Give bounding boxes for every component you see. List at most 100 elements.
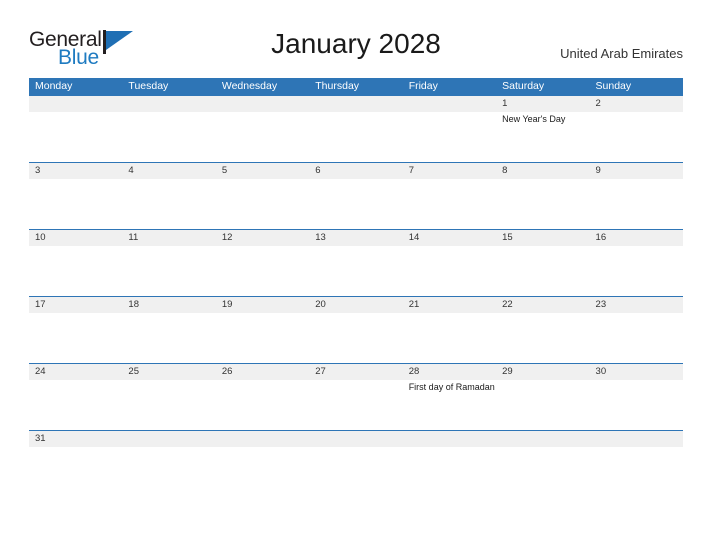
calendar-week-row: 3 4 5 6 7 8 9 — [29, 162, 683, 229]
day-event — [309, 380, 402, 429]
calendar-grid: Monday Tuesday Wednesday Thursday Friday… — [29, 78, 683, 452]
day-number[interactable]: 30 — [590, 364, 683, 380]
week-day-number-band: 1 2 — [29, 96, 683, 112]
weekday-header-tuesday: Tuesday — [128, 80, 169, 92]
week-day-number-band: 10 11 12 13 14 15 16 — [29, 230, 683, 246]
day-event — [590, 313, 683, 362]
day-number[interactable]: 31 — [29, 431, 122, 447]
day-number[interactable]: 14 — [403, 230, 496, 246]
weekday-header-wednesday: Wednesday — [221, 80, 278, 92]
week-event-band — [29, 179, 683, 228]
day-number[interactable] — [403, 96, 496, 112]
day-event: New Year's Day — [502, 114, 566, 124]
day-number[interactable]: 19 — [216, 297, 309, 313]
day-number[interactable]: 24 — [29, 364, 122, 380]
day-event — [216, 112, 309, 161]
day-number[interactable]: 7 — [403, 163, 496, 179]
week-day-number-band: 24 25 26 27 28 29 30 — [29, 364, 683, 380]
weekday-header-thursday: Thursday — [315, 80, 360, 92]
day-number[interactable] — [122, 431, 215, 447]
day-event — [216, 380, 309, 429]
day-event — [29, 380, 122, 429]
day-number[interactable]: 2 — [590, 96, 683, 112]
calendar-week-row: 10 11 12 13 14 15 16 — [29, 229, 683, 296]
day-number[interactable] — [29, 96, 122, 112]
day-event — [403, 179, 496, 228]
day-event — [122, 313, 215, 362]
page-header: General Blue January 2028 United Arab Em… — [0, 0, 712, 78]
day-number[interactable]: 21 — [403, 297, 496, 313]
country-label: United Arab Emirates — [560, 46, 683, 61]
day-event — [403, 313, 496, 362]
day-event — [29, 313, 122, 362]
calendar-week-row: 1 2 New Year's Day — [29, 95, 683, 162]
weekday-header-friday: Friday — [408, 80, 438, 92]
weekday-header-saturday: Saturday — [502, 80, 545, 92]
week-event-band — [29, 246, 683, 295]
day-event — [309, 246, 402, 295]
day-number[interactable]: 18 — [122, 297, 215, 313]
day-number[interactable]: 26 — [216, 364, 309, 380]
weekday-header-sunday: Sunday — [595, 80, 632, 92]
week-event-band: First day of Ramadan — [29, 380, 683, 429]
day-number[interactable]: 17 — [29, 297, 122, 313]
day-number[interactable]: 22 — [496, 297, 589, 313]
day-event — [309, 313, 402, 362]
day-number[interactable] — [403, 431, 496, 447]
calendar-week-row: 17 18 19 20 21 22 23 — [29, 296, 683, 363]
day-number[interactable]: 25 — [122, 364, 215, 380]
day-event — [590, 380, 683, 429]
day-number[interactable]: 6 — [309, 163, 402, 179]
day-number[interactable]: 27 — [309, 364, 402, 380]
day-event — [496, 179, 589, 228]
day-event — [122, 380, 215, 429]
day-event — [590, 246, 683, 295]
day-event — [216, 313, 309, 362]
day-number[interactable]: 28 — [403, 364, 496, 380]
day-number[interactable]: 1 — [496, 96, 589, 112]
day-number[interactable]: 16 — [590, 230, 683, 246]
day-event — [122, 179, 215, 228]
day-number[interactable]: 12 — [216, 230, 309, 246]
day-event — [590, 112, 683, 161]
week-event-band: New Year's Day — [29, 112, 683, 161]
day-number[interactable]: 10 — [29, 230, 122, 246]
day-event — [590, 179, 683, 228]
day-number[interactable]: 3 — [29, 163, 122, 179]
day-event — [29, 246, 122, 295]
day-event — [309, 179, 402, 228]
day-event — [403, 112, 496, 161]
day-number[interactable]: 8 — [496, 163, 589, 179]
day-event — [29, 179, 122, 228]
day-number[interactable]: 29 — [496, 364, 589, 380]
week-day-number-band: 3 4 5 6 7 8 9 — [29, 163, 683, 179]
day-number[interactable]: 5 — [216, 163, 309, 179]
day-number[interactable] — [496, 431, 589, 447]
calendar-week-row: 24 25 26 27 28 29 30 First day of Ramada… — [29, 363, 683, 430]
week-event-band — [29, 313, 683, 362]
calendar-week-row: 31 — [29, 430, 683, 452]
day-number[interactable]: 20 — [309, 297, 402, 313]
day-number[interactable] — [122, 96, 215, 112]
day-number[interactable] — [216, 96, 309, 112]
day-event — [403, 246, 496, 295]
day-event: First day of Ramadan — [408, 382, 495, 392]
day-number[interactable]: 13 — [309, 230, 402, 246]
day-number[interactable]: 15 — [496, 230, 589, 246]
day-number[interactable]: 9 — [590, 163, 683, 179]
day-event — [496, 380, 589, 429]
day-number[interactable]: 11 — [122, 230, 215, 246]
day-number[interactable] — [590, 431, 683, 447]
day-number[interactable] — [309, 431, 402, 447]
day-event — [309, 112, 402, 161]
week-day-number-band: 31 — [29, 431, 683, 447]
day-event — [216, 246, 309, 295]
day-number[interactable] — [216, 431, 309, 447]
day-event — [216, 179, 309, 228]
day-event — [496, 246, 589, 295]
day-number[interactable]: 23 — [590, 297, 683, 313]
weekday-header-row: Monday Tuesday Wednesday Thursday Friday… — [29, 78, 683, 95]
day-event — [122, 112, 215, 161]
day-number[interactable]: 4 — [122, 163, 215, 179]
day-number[interactable] — [309, 96, 402, 112]
